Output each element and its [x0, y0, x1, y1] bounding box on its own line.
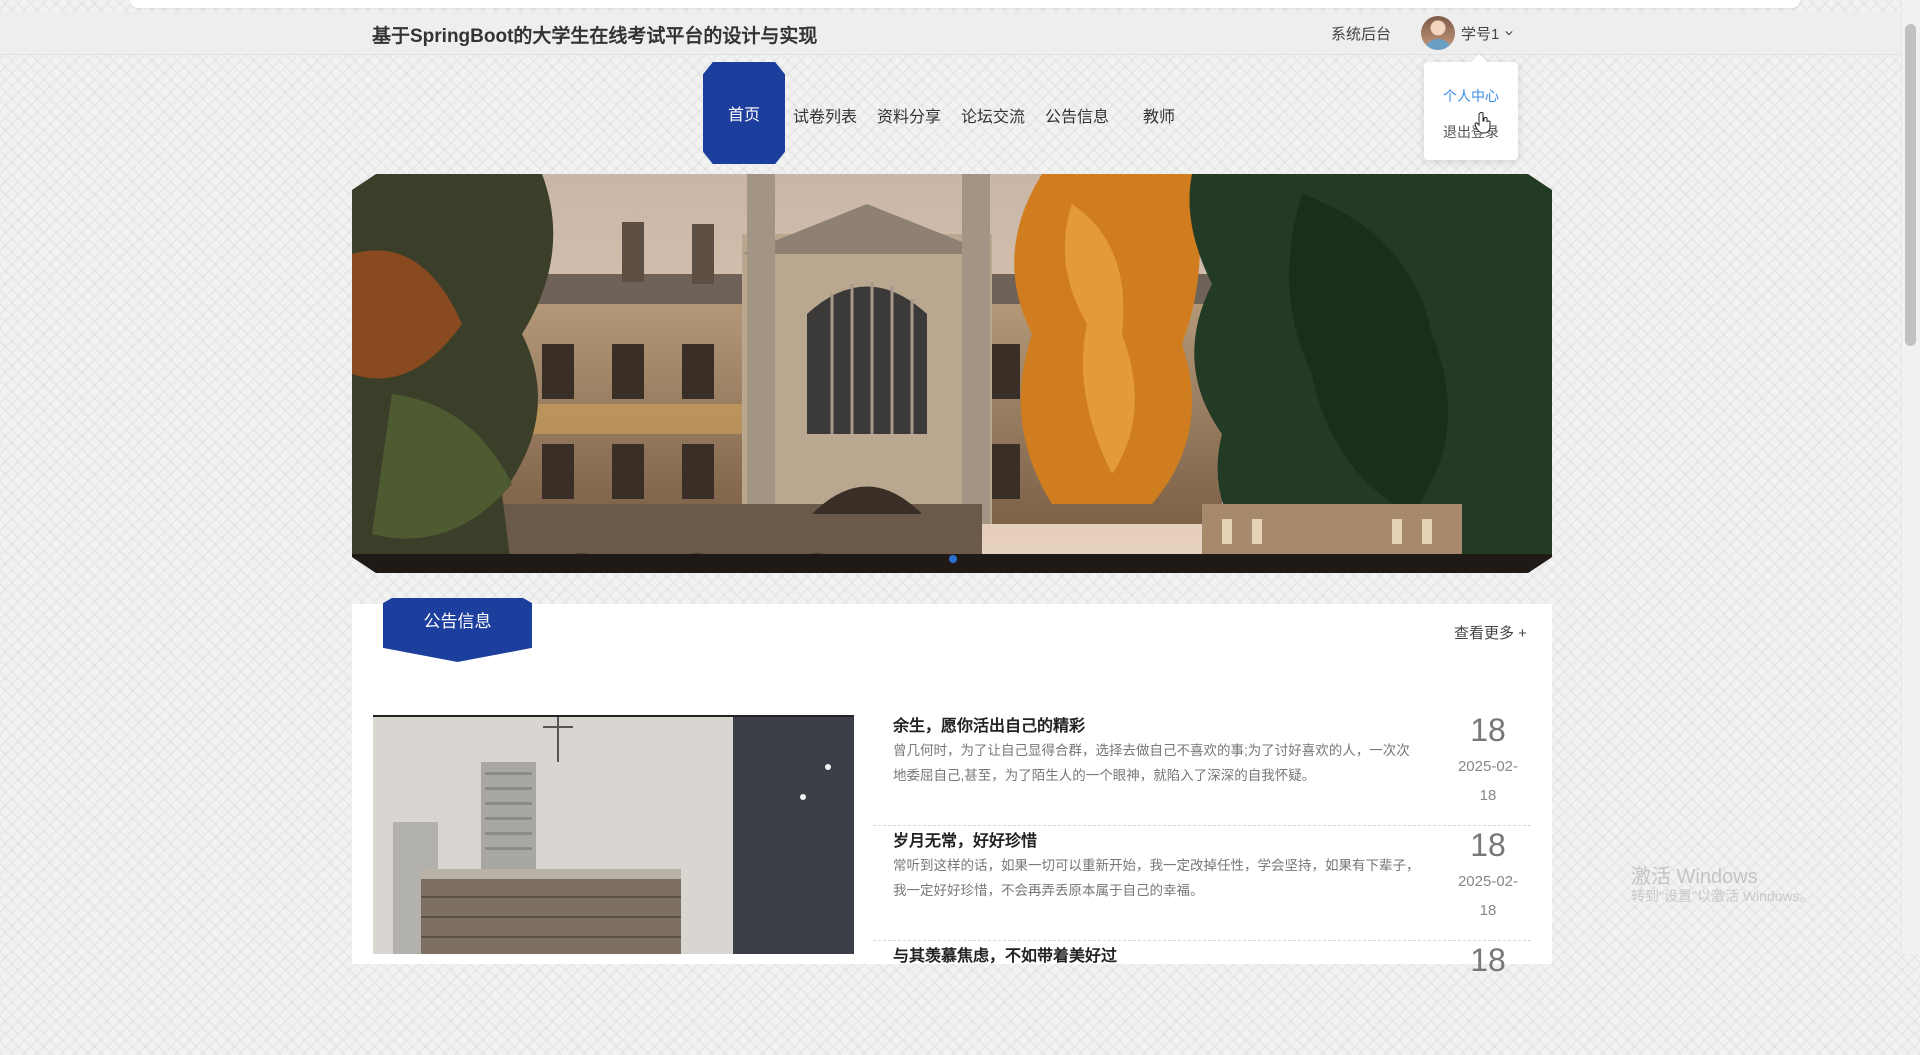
notice-item-day: 18	[1470, 942, 1506, 978]
user-name[interactable]: 学号1	[1461, 23, 1499, 44]
menu-item-profile[interactable]: 个人中心	[1443, 86, 1499, 106]
banner-image	[352, 174, 1552, 573]
header-bar: 基于SpringBoot的大学生在线考试平台的设计与实现 系统后台 学号1	[0, 12, 1900, 55]
notice-item-summary: 曾几何时，为了让自己显得合群，选择去做自己不喜欢的事;为了讨好喜欢的人，一次次地…	[893, 743, 1410, 783]
notice-item-title[interactable]: 余生，愿你活出自己的精彩	[893, 712, 1085, 736]
nav-item-teacher[interactable]: 教师	[1143, 103, 1175, 127]
banner-carousel[interactable]	[352, 174, 1552, 573]
notice-item-title[interactable]: 岁月无常，好好珍惜	[893, 827, 1037, 851]
windows-activation-watermark: 激活 Windows	[1631, 866, 1758, 888]
scrollbar-thumb[interactable]	[1905, 24, 1916, 346]
notice-featured-image[interactable]	[373, 715, 854, 956]
notice-item-title[interactable]: 与其羡慕焦虑，不如带着美好过	[893, 942, 1117, 966]
admin-backend-link[interactable]: 系统后台	[1331, 23, 1391, 44]
notice-item-date: 2025-02-18	[1457, 758, 1519, 804]
nav-item-resource-share[interactable]: 资料分享	[877, 103, 941, 127]
notice-item-day: 18	[1470, 827, 1506, 863]
view-more-link[interactable]: 查看更多 +	[1454, 622, 1527, 643]
nav-item-notices[interactable]: 公告信息	[1045, 103, 1109, 127]
carousel-indicator[interactable]	[949, 555, 957, 563]
nav-item-home[interactable]: 首页	[703, 62, 785, 164]
hand-cursor-icon	[1474, 112, 1491, 134]
avatar[interactable]	[1421, 16, 1455, 50]
nav-item-forum[interactable]: 论坛交流	[961, 103, 1025, 127]
user-menu-trigger[interactable]: 学号1	[1421, 15, 1513, 51]
notice-list-item[interactable]: 与其羡慕焦虑，不如带着美好过 18	[873, 942, 1531, 1055]
notice-list-item[interactable]: 余生，愿你活出自己的精彩 曾几何时，为了让自己显得合群，选择去做自己不喜欢的事;…	[873, 712, 1531, 826]
site-title: 基于SpringBoot的大学生在线考试平台的设计与实现	[372, 26, 818, 47]
chevron-down-icon	[1505, 30, 1513, 36]
notice-item-day: 18	[1470, 712, 1506, 748]
notice-item-date: 2025-02-18	[1457, 873, 1519, 919]
user-dropdown-menu: 个人中心 退出登录	[1424, 62, 1518, 160]
notice-list-item[interactable]: 岁月无常，好好珍惜 常听到这样的话，如果一切可以重新开始，我一定改掉任性，学会坚…	[873, 827, 1531, 941]
building-photo	[373, 717, 854, 954]
top-strip	[130, 0, 1800, 8]
nav-item-exam-list[interactable]: 试卷列表	[793, 103, 857, 127]
windows-activation-hint: 转到"设置"以激活 Windows。	[1631, 888, 1814, 904]
notice-item-summary: 常听到这样的话，如果一切可以重新开始，我一定改掉任性，学会坚持，如果有下辈子，我…	[893, 858, 1420, 898]
